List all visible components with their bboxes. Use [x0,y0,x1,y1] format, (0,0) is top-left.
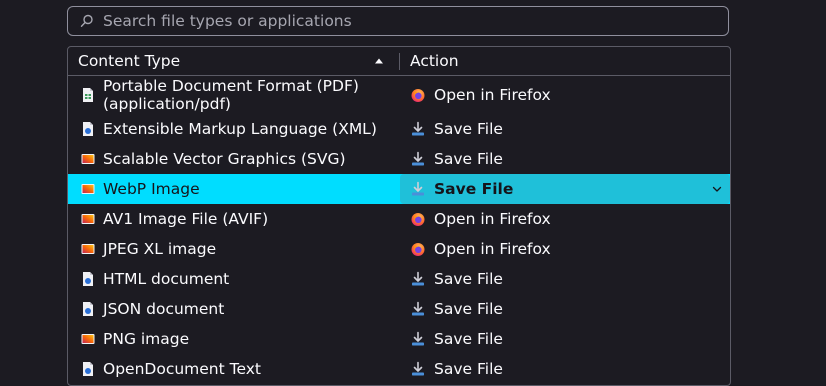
content-type-label: WebP Image [103,180,200,198]
download-icon [412,361,424,376]
pdf-document-icon [83,88,93,102]
search-box[interactable] [67,6,729,36]
content-type-label: Extensible Markup Language (XML) [103,120,377,138]
table-row[interactable]: Scalable Vector Graphics (SVG) Save File [68,144,730,174]
image-file-icon [81,244,95,254]
action-cell[interactable]: Save File [400,264,730,294]
chevron-down-icon[interactable] [712,185,722,193]
content-type-label: AV1 Image File (AVIF) [103,210,269,228]
action-cell[interactable]: Open in Firefox [400,204,730,234]
action-label: Save File [434,120,503,138]
content-type-cell: Portable Document Format (PDF) (applicati… [78,76,398,114]
action-label: Open in Firefox [434,86,551,104]
action-cell[interactable]: Save File [400,144,730,174]
table-header: Content Type Action [68,47,730,76]
content-type-label: HTML document [103,270,230,288]
action-cell[interactable]: Save File [400,294,730,324]
action-label: Save File [434,330,503,348]
table-row[interactable]: PNG image Save File [68,324,730,354]
content-type-cell: JPEG XL image [78,234,398,264]
content-type-cell: Scalable Vector Graphics (SVG) [78,144,398,174]
table-row[interactable]: Portable Document Format (PDF) (applicati… [68,76,730,114]
content-type-label: OpenDocument Text [103,360,261,378]
image-file-icon [81,154,95,164]
action-cell[interactable]: Open in Firefox [400,76,730,114]
firefox-icon [411,213,425,226]
table-row[interactable]: HTML document Save File [68,264,730,294]
download-icon [412,151,424,166]
download-icon [412,121,424,136]
download-icon [412,301,424,316]
content-type-cell: JSON document [78,294,398,324]
sort-ascending-icon[interactable] [374,57,384,65]
image-file-icon [81,334,95,344]
action-label: Open in Firefox [434,210,551,228]
content-type-cell: AV1 Image File (AVIF) [78,204,398,234]
table-row[interactable]: WebP Image Save File [68,174,730,204]
table-row[interactable]: Extensible Markup Language (XML) Save Fil… [68,114,730,144]
content-type-table: Content Type Action Portable Document Fo… [67,46,731,386]
content-type-cell: OpenDocument Text [78,354,398,384]
image-file-icon [81,214,95,224]
table-row[interactable]: JPEG XL image Open in Firefox [68,234,730,264]
content-type-mime-label: (application/pdf) [103,95,231,113]
content-type-label: PNG image [103,330,190,348]
action-label: Save File [434,300,503,318]
action-cell[interactable]: Save File [400,114,730,144]
content-type-column-header[interactable]: Content Type [78,47,388,75]
content-type-cell: HTML document [78,264,398,294]
content-type-label: JPEG XL image [103,240,217,258]
download-icon [412,331,424,346]
content-type-label: Scalable Vector Graphics (SVG) [103,150,346,168]
table-row[interactable]: JSON document Save File [68,294,730,324]
generic-file-icon [83,272,93,286]
content-type-cell: Extensible Markup Language (XML) [78,114,398,144]
column-separator[interactable] [399,53,400,70]
action-cell[interactable]: Save File [400,174,730,204]
download-icon [412,271,424,286]
content-type-cell: PNG image [78,324,398,354]
action-column-header[interactable]: Action [410,47,459,75]
firefox-icon [411,89,425,102]
table-row[interactable]: OpenDocument Text Save File [68,354,730,384]
content-type-cell: WebP Image [78,174,398,204]
search-input[interactable] [103,7,713,35]
content-type-label: JSON document [103,300,225,318]
action-cell[interactable]: Open in Firefox [400,234,730,264]
action-label: Save File [434,270,503,288]
download-icon [412,181,424,196]
action-cell[interactable]: Save File [400,354,730,384]
image-file-icon [81,184,95,194]
table-row[interactable]: AV1 Image File (AVIF) Open in Firefox [68,204,730,234]
content-type-label: Portable Document Format (PDF) [103,77,359,95]
action-label: Save File [434,180,514,198]
action-cell[interactable]: Save File [400,324,730,354]
action-label: Save File [434,360,503,378]
action-label: Open in Firefox [434,240,551,258]
generic-file-icon [83,362,93,376]
action-label: Save File [434,150,503,168]
search-icon [80,14,93,27]
generic-file-icon [83,302,93,316]
firefox-icon [411,243,425,256]
generic-file-icon [83,122,93,136]
